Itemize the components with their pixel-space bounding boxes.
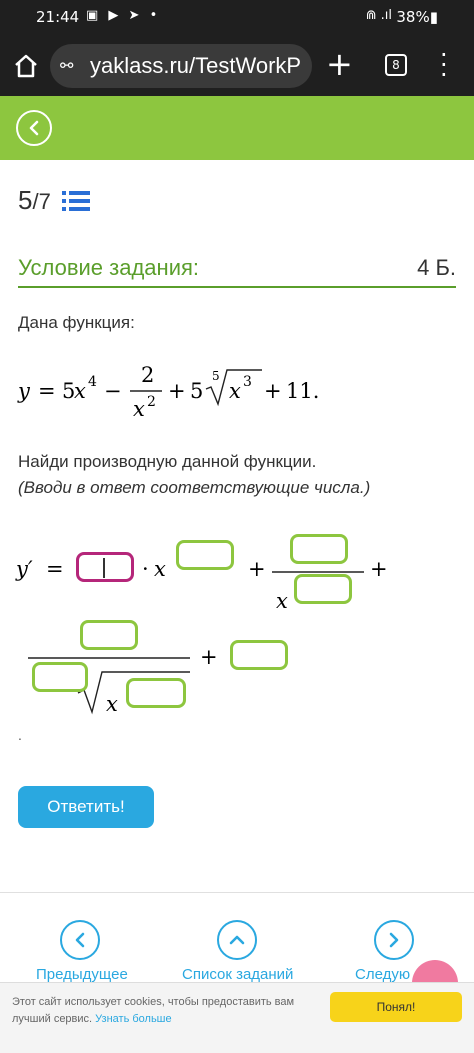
formula-x3: x	[229, 379, 241, 403]
answer-constant-input[interactable]	[230, 640, 288, 670]
formula-y: y	[17, 379, 31, 403]
answer-numerator-input-2[interactable]	[80, 620, 138, 650]
url-text: yaklass.ru/TestWorkP	[90, 53, 302, 78]
task-list-button[interactable]	[217, 920, 257, 960]
points-badge: 4 Б.	[417, 255, 456, 280]
previous-button[interactable]	[60, 920, 100, 960]
next-button[interactable]	[374, 920, 414, 960]
formula-coef-5b: 5	[190, 379, 203, 403]
clock: 21:44	[36, 8, 80, 26]
answer-numerator-input-1[interactable]	[290, 534, 348, 564]
counter-current: 5	[18, 185, 33, 215]
home-icon[interactable]	[12, 52, 40, 80]
task-hint: (Вводи в ответ соответствующие числа.)	[18, 478, 371, 497]
submit-answer-button[interactable]: Ответить!	[18, 786, 154, 828]
next-label[interactable]: Следую	[355, 966, 410, 983]
formula-numerator: 2	[141, 363, 154, 387]
answer-plus3: +	[200, 645, 218, 669]
previous-label[interactable]: Предыдущее	[36, 966, 128, 983]
task-list-label[interactable]: Список заданий	[182, 966, 293, 983]
counter-total: /7	[32, 189, 51, 214]
formula-x1: x	[74, 379, 86, 403]
function-formula: y = 5 x 4 − 2 x 2 + 5 5 x 3 + 11.	[17, 363, 319, 421]
answer-formula: y′ = · x + x + x +	[14, 530, 454, 730]
formula-constant: 11.	[286, 379, 319, 403]
answer-plus1: +	[248, 557, 266, 581]
formula-power-3: 3	[243, 374, 252, 390]
new-tab-icon[interactable]: +	[326, 46, 353, 82]
battery-indicator: 38%▮	[396, 8, 438, 26]
answer-eq: =	[46, 557, 64, 581]
formula-plus1: +	[168, 379, 186, 403]
answer-lhs: y′	[15, 557, 33, 581]
list-icon[interactable]	[62, 190, 90, 212]
text-caret	[103, 558, 105, 578]
answer-exponent-input[interactable]	[176, 540, 234, 570]
chevron-left-icon	[29, 120, 39, 136]
address-bar[interactable]: ⚯ yaklass.ru/TestWorkP	[50, 44, 312, 88]
answer-denominator-exponent-input[interactable]	[294, 574, 352, 604]
root-index: 5	[212, 369, 220, 383]
formula-power-2: 2	[147, 394, 156, 410]
answer-denominator-input[interactable]	[32, 662, 88, 692]
chevron-up-icon	[229, 935, 245, 945]
answer-x2: x	[276, 589, 288, 613]
divider	[18, 286, 456, 288]
answer-root-exponent-input[interactable]	[126, 678, 186, 708]
answer-dot: ·	[142, 557, 149, 581]
formula-x2: x	[133, 397, 145, 421]
answer-x1: x	[154, 557, 166, 581]
exercise-counter: 5/7	[18, 185, 51, 216]
notification-icons: ▣ ▶ ➤ •	[86, 8, 161, 23]
cookie-banner: Этот сайт использует cookies, чтобы пред…	[0, 982, 474, 1053]
site-settings-icon[interactable]: ⚯	[60, 56, 73, 75]
browser-toolbar: ⚯ yaklass.ru/TestWorkP + 8 · · ·	[0, 36, 474, 96]
divider	[0, 892, 474, 893]
answer-coefficient-input[interactable]	[76, 552, 134, 582]
status-bar: 21:44 ▣ ▶ ➤ • ⋒ .ıl 38%▮	[0, 0, 474, 36]
back-button[interactable]	[16, 110, 52, 146]
answer-plus2: +	[370, 557, 388, 581]
answer-x3: x	[106, 692, 118, 716]
tab-switcher-button[interactable]: 8	[385, 54, 407, 76]
signal-icon: ⋒ .ıl	[365, 8, 392, 23]
formula-eq: =	[38, 379, 56, 403]
more-menu-icon[interactable]: · · ·	[440, 43, 448, 87]
formula-plus2: +	[264, 379, 282, 403]
formula-power-4: 4	[88, 374, 97, 390]
learn-more-link[interactable]: Узнать больше	[95, 1013, 171, 1025]
task-text: Найди производную данной функции.	[18, 452, 317, 471]
page-header	[0, 96, 474, 160]
formula-minus: −	[104, 379, 122, 403]
chevron-left-icon	[75, 932, 85, 948]
condition-title: Условие задания:	[18, 255, 200, 280]
trailing-dot: .	[18, 727, 22, 743]
cookie-accept-button[interactable]: Понял!	[330, 992, 462, 1022]
given-text: Дана функция:	[18, 313, 135, 332]
chevron-right-icon	[389, 932, 399, 948]
cookie-text: Этот сайт использует cookies, чтобы пред…	[12, 994, 312, 1028]
